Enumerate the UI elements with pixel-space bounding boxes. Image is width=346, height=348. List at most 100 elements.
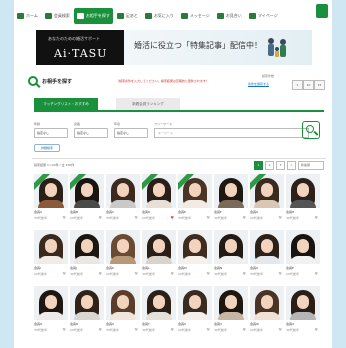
member-photo[interactable] bbox=[178, 174, 212, 208]
nav-item[interactable]: メッセージ bbox=[178, 8, 213, 24]
favorite-heart-icon[interactable]: ♥ bbox=[170, 327, 174, 332]
member-photo[interactable] bbox=[106, 286, 140, 320]
nav-item[interactable]: 足あと bbox=[114, 8, 141, 24]
member-card[interactable]: 会員T 30代前半 ♥ bbox=[142, 286, 176, 338]
member-photo[interactable] bbox=[250, 230, 284, 264]
member-card[interactable]: 会員N 30代前半 ♥ bbox=[214, 230, 248, 282]
favorite-heart-icon[interactable]: ♥ bbox=[134, 215, 138, 220]
save-conditions-link[interactable]: 条件を保存する bbox=[248, 82, 269, 86]
favorite-heart-icon[interactable]: ♥ bbox=[242, 215, 246, 220]
member-photo[interactable] bbox=[286, 174, 320, 208]
favorite-heart-icon[interactable]: ♥ bbox=[134, 327, 138, 332]
member-photo[interactable] bbox=[70, 286, 104, 320]
member-photo[interactable] bbox=[286, 286, 320, 320]
member-photo[interactable] bbox=[250, 286, 284, 320]
member-card[interactable]: 会員D 20代後半 ♥ bbox=[142, 174, 176, 226]
member-photo[interactable] bbox=[142, 286, 176, 320]
member-card[interactable]: 会員J 30代前半 ♥ bbox=[70, 230, 104, 282]
member-card[interactable]: 会員Q 30代前半 ♥ bbox=[34, 286, 68, 338]
member-photo[interactable] bbox=[214, 174, 248, 208]
member-card[interactable]: 会員M 20代後半 ♥ bbox=[178, 230, 212, 282]
keyword-input[interactable]: キーワード bbox=[154, 128, 309, 138]
nav-item[interactable]: お見合い bbox=[214, 8, 245, 24]
tab-new-members[interactable]: 新着会員ランキング bbox=[116, 98, 180, 110]
member-photo[interactable] bbox=[250, 174, 284, 208]
member-card[interactable]: 会員W 20代後半 ♥ bbox=[250, 286, 284, 338]
advanced-search-button[interactable]: 詳細検索 bbox=[34, 144, 60, 152]
member-photo[interactable] bbox=[142, 174, 176, 208]
member-card[interactable]: 会員B 20代後半 ♥ bbox=[70, 174, 104, 226]
age-select[interactable]: 指定なし bbox=[34, 128, 68, 138]
favorite-heart-icon[interactable]: ♥ bbox=[206, 215, 210, 220]
page-next-button[interactable]: > bbox=[287, 161, 296, 170]
member-card[interactable]: 会員I 20代後半 ♥ bbox=[34, 230, 68, 282]
member-card[interactable]: 会員H 30代前半 ♥ bbox=[286, 174, 320, 226]
member-card[interactable]: 会員K 20代後半 ♥ bbox=[106, 230, 140, 282]
member-photo[interactable] bbox=[70, 230, 104, 264]
favorite-heart-icon[interactable]: ♥ bbox=[170, 271, 174, 276]
member-photo[interactable] bbox=[142, 230, 176, 264]
favorite-heart-icon[interactable]: ♥ bbox=[278, 327, 282, 332]
nav-item[interactable]: ホーム bbox=[14, 8, 41, 24]
member-photo[interactable] bbox=[34, 230, 68, 264]
count-cell[interactable]: 15 bbox=[314, 80, 325, 90]
member-photo[interactable] bbox=[106, 174, 140, 208]
favorite-heart-icon[interactable]: ♥ bbox=[206, 271, 210, 276]
favorite-heart-icon[interactable]: ♥ bbox=[314, 327, 318, 332]
member-card[interactable]: 会員L 30代後半 ♥ bbox=[142, 230, 176, 282]
member-card[interactable]: 会員V 30代前半 ♥ bbox=[214, 286, 248, 338]
member-card[interactable]: 会員O 30代前半 ♥ bbox=[250, 230, 284, 282]
member-card[interactable]: 会員C 30代後半 ♥ bbox=[106, 174, 140, 226]
favorite-heart-icon[interactable]: ♥ bbox=[98, 271, 102, 276]
favorite-heart-icon[interactable]: ♥ bbox=[98, 327, 102, 332]
favorite-heart-icon[interactable]: ♥ bbox=[314, 271, 318, 276]
nav-item[interactable]: 会員検索 bbox=[42, 8, 73, 24]
tab-recommended[interactable]: マッチングリスト・おすすめ bbox=[34, 98, 98, 110]
favorite-heart-icon[interactable]: ♥ bbox=[278, 215, 282, 220]
member-card[interactable]: 会員P 20代後半 ♥ bbox=[286, 230, 320, 282]
favorite-heart-icon[interactable]: ♥ bbox=[314, 215, 318, 220]
nav-item[interactable]: お気に入り bbox=[142, 8, 177, 24]
member-card[interactable]: 会員G 20代後半 ♥ bbox=[250, 174, 284, 226]
site-logo-icon[interactable] bbox=[316, 4, 328, 18]
member-photo[interactable] bbox=[106, 230, 140, 264]
page-button[interactable]: 3 bbox=[276, 161, 285, 170]
member-card[interactable]: 会員S 30代後半 ♥ bbox=[106, 286, 140, 338]
favorite-heart-icon[interactable]: ♥ bbox=[134, 271, 138, 276]
favorite-heart-icon[interactable]: ♥ bbox=[242, 327, 246, 332]
nav-item[interactable]: マイページ bbox=[246, 8, 281, 24]
height-select[interactable]: 指定なし bbox=[74, 128, 108, 138]
search-submit-button[interactable] bbox=[302, 121, 320, 139]
favorite-heart-icon[interactable]: ♥ bbox=[170, 215, 174, 220]
favorite-heart-icon[interactable]: ♥ bbox=[98, 215, 102, 220]
favorite-heart-icon[interactable]: ♥ bbox=[206, 327, 210, 332]
favorite-heart-icon[interactable]: ♥ bbox=[62, 271, 66, 276]
member-card[interactable]: 会員E 30代前半 ♥ bbox=[178, 174, 212, 226]
page-button[interactable]: 1 bbox=[254, 161, 263, 170]
member-photo[interactable] bbox=[178, 286, 212, 320]
member-photo[interactable] bbox=[214, 230, 248, 264]
member-card[interactable]: 会員A 30代前半 ♥ bbox=[34, 174, 68, 226]
member-photo[interactable] bbox=[214, 286, 248, 320]
count-cell[interactable]: 10 bbox=[303, 80, 314, 90]
favorite-heart-icon[interactable]: ♥ bbox=[242, 271, 246, 276]
favorite-heart-icon[interactable]: ♥ bbox=[62, 215, 66, 220]
nav-item[interactable]: お相手を探す bbox=[73, 8, 113, 24]
income-select[interactable]: 指定なし bbox=[114, 128, 148, 138]
member-card[interactable]: 会員R 20代後半 ♥ bbox=[70, 286, 104, 338]
member-card[interactable]: 会員F 30代前半 ♥ bbox=[214, 174, 248, 226]
member-clothing bbox=[74, 200, 100, 208]
page-button[interactable]: 2 bbox=[265, 161, 274, 170]
member-photo[interactable] bbox=[70, 174, 104, 208]
count-cell[interactable]: 1 bbox=[292, 80, 303, 90]
promo-banner[interactable]: あなたのための婚活サポート Ai·TASU 婚活に役立つ「特集記事」配信中！ bbox=[36, 30, 312, 65]
member-photo[interactable] bbox=[34, 174, 68, 208]
favorite-heart-icon[interactable]: ♥ bbox=[278, 271, 282, 276]
member-photo[interactable] bbox=[178, 230, 212, 264]
member-card[interactable]: 会員X 30代前半 ♥ bbox=[286, 286, 320, 338]
sort-select[interactable]: 新着順 bbox=[298, 161, 324, 170]
member-card[interactable]: 会員U 20代後半 ♥ bbox=[178, 286, 212, 338]
member-photo[interactable] bbox=[286, 230, 320, 264]
favorite-heart-icon[interactable]: ♥ bbox=[62, 327, 66, 332]
member-photo[interactable] bbox=[34, 286, 68, 320]
